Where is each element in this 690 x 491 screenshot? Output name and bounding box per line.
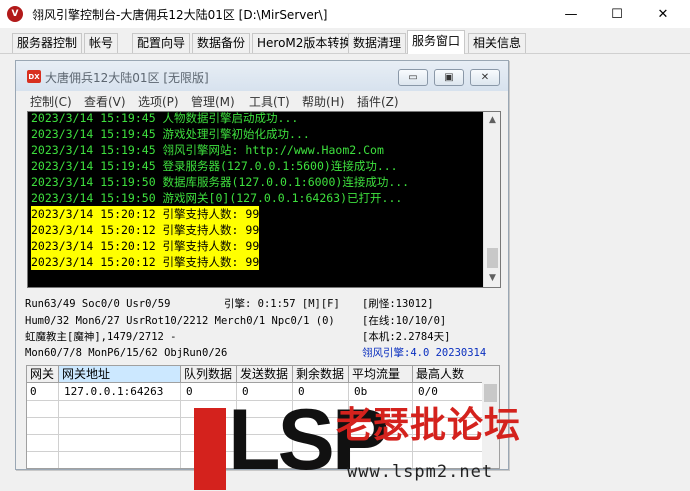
child-close-button[interactable]: ✕: [470, 69, 500, 86]
watermark-forum-name: 老瑟批论坛: [336, 405, 522, 446]
main-tabbar: 服务器控制 帐号 配置向导 数据备份 HeroM2版本转换 数据清理 服务窗口 …: [0, 28, 690, 54]
column-header[interactable]: 剩余数据: [293, 366, 349, 383]
log-console[interactable]: 2023/3/14 15:19:45 人物数据引擎启动成功... 2023/3/…: [27, 111, 501, 288]
menu-options[interactable]: 选项(P): [138, 93, 179, 110]
tab-service-window[interactable]: 服务窗口: [407, 30, 466, 54]
tab-account[interactable]: 帐号: [84, 33, 119, 53]
table-cell: 0/0: [418, 385, 438, 398]
dx-app-icon: DX: [27, 70, 41, 83]
tab-data-cleanup[interactable]: 数据清理: [348, 33, 407, 53]
grid-line: [58, 383, 59, 468]
status-online: [在线:10/10/0]: [362, 315, 447, 327]
column-header[interactable]: 网关地址: [59, 366, 181, 383]
table-cell: 0: [186, 385, 193, 398]
menu-help[interactable]: 帮助(H): [302, 93, 344, 110]
scroll-up-icon[interactable]: ▲: [484, 112, 500, 128]
menu-tools[interactable]: 工具(T): [249, 93, 290, 110]
column-header[interactable]: 平均流量: [349, 366, 413, 383]
menu-plugins[interactable]: 插件(Z): [357, 93, 399, 110]
column-header[interactable]: 网关: [27, 366, 59, 383]
app-logo-icon: V: [7, 6, 23, 22]
log-line-highlighted: 2023/3/14 15:20:12 引擎支持人数: 99: [31, 238, 260, 254]
minimize-button[interactable]: —: [548, 0, 594, 28]
column-header[interactable]: 最高人数: [413, 366, 484, 383]
log-line: 2023/3/14 15:19:45 翎风引擎网站: http://www.Ha…: [31, 143, 384, 157]
child-restore-button[interactable]: ▣: [434, 69, 464, 86]
maximize-button[interactable]: ☐: [594, 0, 640, 28]
tab-data-backup[interactable]: 数据备份: [192, 33, 251, 53]
status-boss: 虹魔教主[魔神],1479/2712 -: [25, 331, 177, 343]
status-engine-time: 引擎: 0:1:57 [M][F]: [224, 298, 340, 310]
column-header[interactable]: 队列数据: [181, 366, 237, 383]
column-header[interactable]: 发送数据: [237, 366, 293, 383]
log-line-highlighted: 2023/3/14 15:20:12 引擎支持人数: 99: [31, 254, 260, 270]
log-line: 2023/3/14 15:19:45 游戏处理引擎初始化成功...: [31, 127, 310, 141]
table-cell: 127.0.0.1:64263: [64, 385, 164, 398]
console-scrollbar[interactable]: ▲ ▼: [483, 112, 500, 287]
window-title: 翎风引擎控制台-大唐佣兵12大陆01区 [D:\MirServer\]: [32, 7, 328, 22]
log-line-highlighted: 2023/3/14 15:20:12 引擎支持人数: 99: [31, 206, 260, 222]
menu-view[interactable]: 查看(V): [84, 93, 126, 110]
log-line-highlighted: 2023/3/14 15:20:12 引擎支持人数: 99: [31, 222, 260, 238]
status-local-uptime: [本机:2.2784天]: [362, 331, 451, 343]
child-minimize-button[interactable]: ▭: [398, 69, 428, 86]
tab-related-info[interactable]: 相关信息: [468, 33, 527, 53]
scrollbar-thumb[interactable]: [484, 384, 497, 402]
tab-server-control[interactable]: 服务器控制: [12, 33, 83, 53]
window-titlebar: V 翎风引擎控制台-大唐佣兵12大陆01区 [D:\MirServer\] — …: [0, 0, 690, 28]
table-cell: 0: [30, 385, 37, 398]
status-mon: Mon60/7/8 MonP6/15/62 ObjRun0/26: [25, 347, 228, 359]
scroll-down-icon[interactable]: ▼: [484, 270, 500, 286]
watermark-url: www.lspm2.net: [347, 462, 494, 482]
status-run: Run63/49 Soc0/0 Usr0/59: [25, 298, 171, 310]
child-titlebar: DX 大唐佣兵12大陆01区 [无限版] ▭ ▣ ✕: [16, 61, 508, 91]
menu-manage[interactable]: 管理(M): [191, 93, 235, 110]
log-line: 2023/3/14 15:19:50 数据库服务器(127.0.0.1:6000…: [31, 175, 410, 189]
tab-config-wizard[interactable]: 配置向导: [132, 33, 191, 53]
log-line: 2023/3/14 15:19:45 人物数据引擎启动成功...: [31, 111, 299, 125]
grid-line: [180, 383, 181, 468]
child-window-title: 大唐佣兵12大陆01区 [无限版]: [45, 71, 209, 85]
child-menubar: 控制(C) 查看(V) 选项(P) 管理(M) 工具(T) 帮助(H) 插件(Z…: [16, 91, 508, 111]
log-line: 2023/3/14 15:19:50 游戏网关[0](127.0.0.1:642…: [31, 191, 403, 205]
menu-control[interactable]: 控制(C): [30, 93, 72, 110]
status-monster-refresh: [刷怪:13012]: [362, 298, 434, 310]
log-line: 2023/3/14 15:19:45 登录服务器(127.0.0.1:5600)…: [31, 159, 398, 173]
scrollbar-thumb[interactable]: [487, 248, 498, 268]
status-hum: Hum0/32 Mon6/27 UsrRot10/2212 Merch0/1 N…: [25, 315, 335, 327]
tab-herom2-convert[interactable]: HeroM2版本转换: [252, 33, 357, 53]
close-button[interactable]: ✕: [640, 0, 686, 28]
engine-version: 翎风引擎:4.0 20230314: [362, 347, 487, 359]
watermark-red-block: [194, 408, 226, 490]
